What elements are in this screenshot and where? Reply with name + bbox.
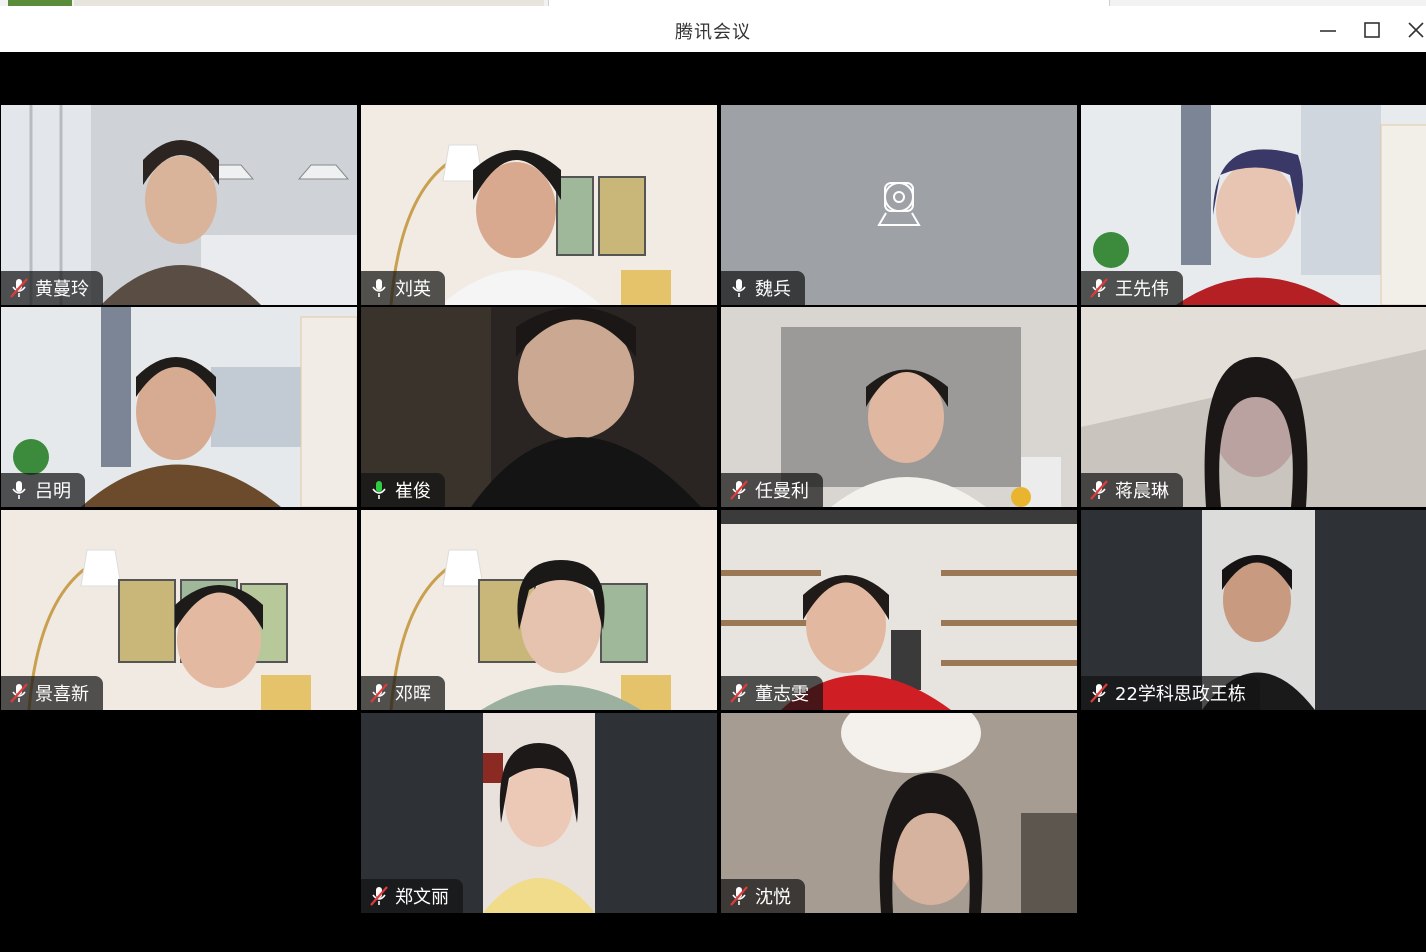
minimize-button[interactable] (1314, 16, 1342, 44)
video-tile[interactable]: 蒋晨琳 (1081, 307, 1426, 507)
participant-label: 沈悦 (721, 879, 805, 913)
mic-muted-icon (1089, 682, 1109, 704)
participant-name: 王先伟 (1115, 279, 1169, 300)
participant-label: 蒋晨琳 (1081, 473, 1183, 507)
participant-label: 郑文丽 (361, 879, 463, 913)
mic-muted-icon (729, 682, 749, 704)
participant-label: 黄蔓玲 (1, 271, 103, 305)
minimize-icon (1320, 30, 1336, 32)
participant-label: 邓晖 (361, 676, 445, 710)
title-bar: 腾讯会议 (0, 6, 1426, 52)
participant-name: 刘英 (395, 279, 431, 300)
video-tile[interactable]: 景喜新 (1, 510, 357, 710)
video-tile[interactable]: 任曼利 (721, 307, 1077, 507)
video-tile[interactable]: 吕明 (1, 307, 357, 507)
participant-label: 任曼利 (721, 473, 823, 507)
participant-label: 王先伟 (1081, 271, 1183, 305)
participant-name: 黄蔓玲 (35, 279, 89, 300)
participant-name: 董志雯 (755, 684, 809, 705)
maximize-button[interactable] (1358, 16, 1386, 44)
window-title: 腾讯会议 (675, 22, 751, 43)
video-tile[interactable]: 王先伟 (1081, 105, 1426, 305)
video-tile-active-speaker[interactable]: 崔俊 (361, 307, 717, 507)
video-tile[interactable]: 黄蔓玲 (1, 105, 357, 305)
mic-muted-icon (369, 682, 389, 704)
video-tile[interactable]: 魏兵 (721, 105, 1077, 305)
participant-label: 刘英 (361, 271, 445, 305)
mic-muted-icon (369, 885, 389, 907)
participant-name: 郑文丽 (395, 887, 449, 908)
mic-icon (9, 479, 29, 501)
participant-label: 景喜新 (1, 676, 103, 710)
mic-speaking-icon (369, 479, 389, 501)
mic-muted-icon (729, 885, 749, 907)
participant-name: 景喜新 (35, 684, 89, 705)
mic-muted-icon (1089, 277, 1109, 299)
video-tile[interactable]: 郑文丽 (361, 713, 717, 913)
participant-name: 魏兵 (755, 279, 791, 300)
participant-label: 董志雯 (721, 676, 823, 710)
mic-muted-icon (1089, 479, 1109, 501)
close-button[interactable] (1402, 16, 1426, 44)
mic-muted-icon (729, 479, 749, 501)
video-tile[interactable]: 刘英 (361, 105, 717, 305)
video-tile[interactable]: 邓晖 (361, 510, 717, 710)
video-tile[interactable]: 22学科思政王栋 (1081, 510, 1426, 710)
participant-name: 崔俊 (395, 481, 431, 502)
mic-icon (729, 277, 749, 299)
maximize-icon (1364, 22, 1380, 38)
participant-label: 魏兵 (721, 271, 805, 305)
close-icon (1408, 22, 1424, 38)
participant-name: 22学科思政王栋 (1115, 684, 1246, 705)
mic-muted-icon (9, 277, 29, 299)
participant-name: 任曼利 (755, 481, 809, 502)
participant-name: 沈悦 (755, 887, 791, 908)
mic-icon (369, 277, 389, 299)
participant-name: 邓晖 (395, 684, 431, 705)
participant-label: 崔俊 (361, 473, 445, 507)
participant-name: 蒋晨琳 (1115, 481, 1169, 502)
participant-label: 吕明 (1, 473, 85, 507)
video-tile[interactable]: 董志雯 (721, 510, 1077, 710)
participant-name: 吕明 (35, 481, 71, 502)
mic-muted-icon (9, 682, 29, 704)
participant-label: 22学科思政王栋 (1081, 676, 1260, 710)
video-tile[interactable]: 沈悦 (721, 713, 1077, 913)
